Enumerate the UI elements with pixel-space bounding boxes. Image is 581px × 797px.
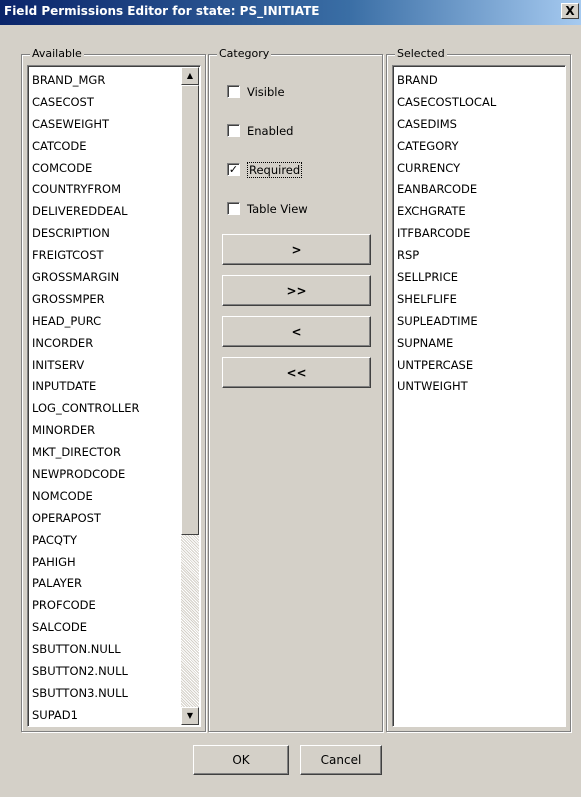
visible-label: Visible	[247, 85, 285, 99]
list-item[interactable]: CASEDIMS	[397, 114, 496, 136]
cancel-button[interactable]: Cancel	[300, 745, 382, 775]
close-icon: X	[565, 4, 575, 18]
list-item[interactable]: BRAND_MGR	[32, 70, 140, 92]
list-item[interactable]: NOMCODE	[32, 486, 140, 508]
enabled-label: Enabled	[247, 124, 294, 138]
list-item[interactable]: SUPLEADTIME	[397, 311, 496, 333]
ok-button[interactable]: OK	[193, 745, 289, 775]
title-bar: Field Permissions Editor for state: PS_I…	[0, 0, 581, 25]
close-button[interactable]: X	[561, 3, 579, 19]
required-checkbox[interactable]: ✓	[227, 163, 240, 176]
list-item[interactable]: SELLPRICE	[397, 267, 496, 289]
list-item[interactable]: INCORDER	[32, 333, 140, 355]
available-group: Available BRAND_MGR CASECOST CASEWEIGHT CAT…	[21, 47, 206, 732]
table-view-checkbox[interactable]	[227, 202, 240, 215]
scroll-down-icon: ▼	[186, 711, 194, 720]
list-item[interactable]: CATCODE	[32, 136, 140, 158]
list-item[interactable]: UNTPERCASE	[397, 355, 496, 377]
required-check-mark: ✓	[228, 163, 239, 176]
scroll-up-icon: ▲	[186, 71, 194, 80]
list-item[interactable]: CASEWEIGHT	[32, 114, 140, 136]
list-item[interactable]: CATEGORY	[397, 136, 496, 158]
list-item[interactable]: INPUTDATE	[32, 376, 140, 398]
list-item[interactable]: PALAYER	[32, 573, 140, 595]
list-item[interactable]: CURRENCY	[397, 158, 496, 180]
available-legend: Available	[30, 47, 84, 60]
available-items: BRAND_MGR CASECOST CASEWEIGHT CATCODE COMCOD…	[32, 70, 140, 726]
list-item[interactable]: CASECOSTLOCAL	[397, 92, 496, 114]
category-group: Category Visible Enabled ✓ Required Tabl…	[208, 47, 383, 732]
list-item[interactable]: PAHIGH	[32, 552, 140, 574]
list-item[interactable]: SUPNAME	[397, 333, 496, 355]
list-item[interactable]: FREIGTCOST	[32, 245, 140, 267]
window-title: Field Permissions Editor for state: PS_I…	[4, 4, 320, 18]
list-item[interactable]: SALCODE	[32, 617, 140, 639]
selected-items: BRAND CASECOSTLOCAL CASEDIMS CATEGORY CURREN…	[397, 70, 496, 398]
scroll-thumb[interactable]	[181, 85, 199, 535]
list-item[interactable]: BRAND	[397, 70, 496, 92]
list-item[interactable]: SBUTTON.NULL	[32, 639, 140, 661]
available-scrollbar[interactable]: ▲ ▼	[181, 67, 199, 725]
category-legend: Category	[217, 47, 272, 60]
visible-checkbox[interactable]	[227, 85, 240, 98]
add-button[interactable]: >	[222, 234, 371, 265]
list-item[interactable]: CASECOST	[32, 92, 140, 114]
list-item[interactable]: HEAD_PURC	[32, 311, 140, 333]
selected-list[interactable]: BRAND CASECOSTLOCAL CASEDIMS CATEGORY CURREN…	[392, 65, 566, 727]
list-item[interactable]: RSP	[397, 245, 496, 267]
list-item[interactable]: DESCRIPTION	[32, 223, 140, 245]
list-item[interactable]: SBUTTON2.NULL	[32, 661, 140, 683]
available-list[interactable]: BRAND_MGR CASECOST CASEWEIGHT CATCODE COMCOD…	[27, 65, 201, 727]
remove-all-button[interactable]: <<	[222, 357, 371, 388]
list-item[interactable]: UNTWEIGHT	[397, 376, 496, 398]
selected-legend: Selected	[395, 47, 447, 60]
remove-button[interactable]: <	[222, 316, 371, 347]
list-item[interactable]: PACQTY	[32, 530, 140, 552]
list-item[interactable]: COUNTRYFROM	[32, 179, 140, 201]
selected-group: Selected BRAND CASECOSTLOCAL CASEDIMS CATEG…	[386, 47, 571, 732]
list-item[interactable]: MINORDER	[32, 420, 140, 442]
list-item[interactable]: ITFBARCODE	[397, 223, 496, 245]
table-view-label: Table View	[247, 202, 308, 216]
list-item[interactable]: SUPAD1	[32, 705, 140, 726]
add-all-button[interactable]: >>	[222, 275, 371, 306]
list-item[interactable]: INITSERV	[32, 355, 140, 377]
list-item[interactable]: GROSSMARGIN	[32, 267, 140, 289]
list-item[interactable]: SBUTTON3.NULL	[32, 683, 140, 705]
list-item[interactable]: COMCODE	[32, 158, 140, 180]
scroll-down-button[interactable]: ▼	[181, 707, 199, 725]
list-item[interactable]: EANBARCODE	[397, 179, 496, 201]
list-item[interactable]: EXCHGRATE	[397, 201, 496, 223]
required-label: Required	[247, 162, 303, 178]
list-item[interactable]: PROFCODE	[32, 595, 140, 617]
list-item[interactable]: NEWPRODCODE	[32, 464, 140, 486]
enabled-checkbox[interactable]	[227, 124, 240, 137]
list-item[interactable]: OPERAPOST	[32, 508, 140, 530]
list-item[interactable]: GROSSMPER	[32, 289, 140, 311]
list-item[interactable]: LOG_CONTROLLER	[32, 398, 140, 420]
list-item[interactable]: DELIVEREDDEAL	[32, 201, 140, 223]
list-item[interactable]: SHELFLIFE	[397, 289, 496, 311]
scroll-up-button[interactable]: ▲	[181, 67, 199, 85]
list-item[interactable]: MKT_DIRECTOR	[32, 442, 140, 464]
